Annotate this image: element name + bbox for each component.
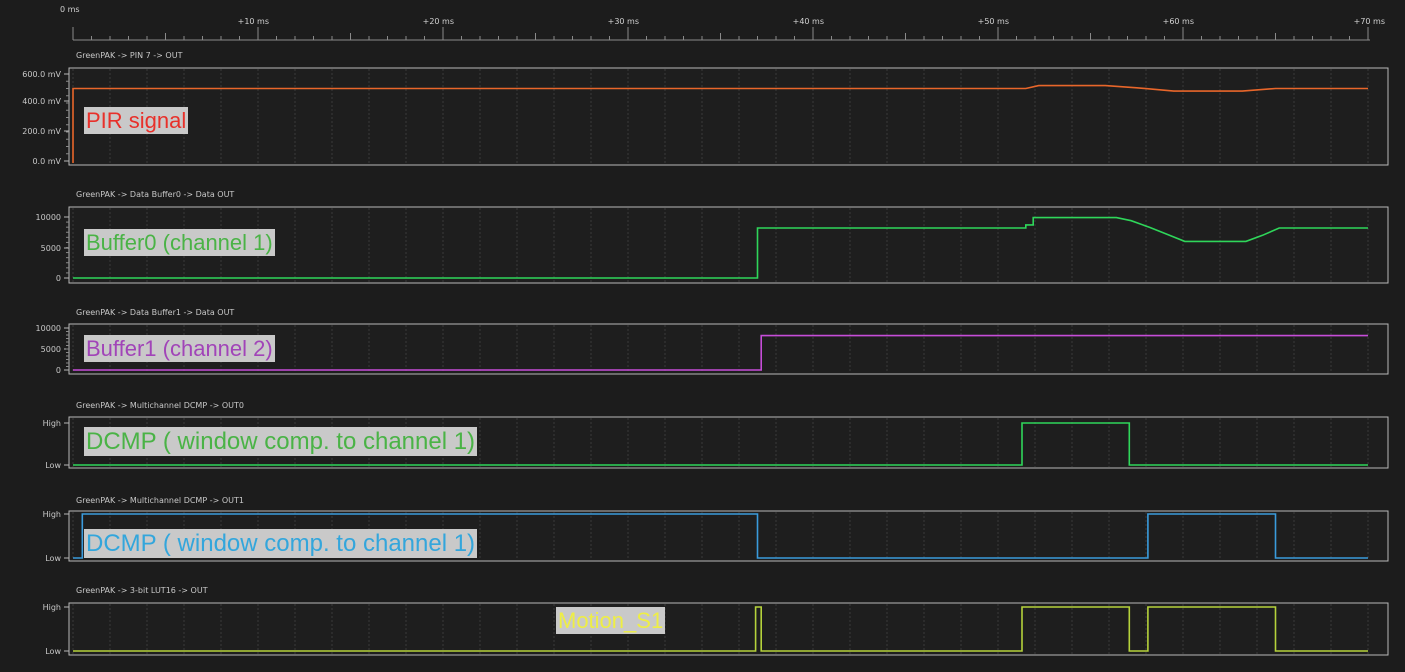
y-axis-label: 0 xyxy=(56,274,61,283)
channel-title: GreenPAK -> Multichannel DCMP -> OUT0 xyxy=(76,401,244,410)
annotation-dcmp0: DCMP ( window comp. to channel 1) xyxy=(84,427,478,456)
y-axis-label: Low xyxy=(45,461,61,470)
timeline-label: +30 ms xyxy=(608,17,639,26)
y-axis-label: Low xyxy=(45,554,61,563)
y-axis-label: 5000 xyxy=(41,244,61,253)
annotation-pin7: PIR signal xyxy=(84,107,189,134)
y-axis-label: 5000 xyxy=(41,345,61,354)
channel-title: GreenPAK -> Data Buffer0 -> Data OUT xyxy=(76,190,234,199)
y-axis-label: 600.0 mV xyxy=(22,70,61,79)
timeline-label: 0 ms xyxy=(60,5,80,14)
timeline-label: +20 ms xyxy=(423,17,454,26)
channel-title: GreenPAK -> Data Buffer1 -> Data OUT xyxy=(76,308,234,317)
y-axis-label: 200.0 mV xyxy=(22,127,61,136)
annotation-dcmp1: DCMP ( window comp. to channel 1) xyxy=(84,529,478,558)
timeline-label: +60 ms xyxy=(1163,17,1194,26)
y-axis-label: Low xyxy=(45,647,61,656)
waveform-plot: 0 ms +10 ms +20 ms +30 ms +40 ms +50 ms +60 ms… xyxy=(22,5,1389,656)
annotation-lut16: Motion_S1 xyxy=(556,607,666,634)
y-axis-label: 0.0 mV xyxy=(32,157,61,166)
y-axis-label: 10000 xyxy=(36,213,61,222)
channel-panel xyxy=(68,602,1389,656)
y-axis-label: 0 xyxy=(56,366,61,375)
y-axis-label: High xyxy=(43,419,61,428)
y-axis-label: High xyxy=(43,510,61,519)
channel-title: GreenPAK -> 3-bit LUT16 -> OUT xyxy=(76,586,208,595)
channel-panel xyxy=(68,67,1389,166)
y-axis-label: High xyxy=(43,603,61,612)
timeline-label: +50 ms xyxy=(978,17,1009,26)
channel-title: GreenPAK -> Multichannel DCMP -> OUT1 xyxy=(76,496,244,505)
timeline-label: +10 ms xyxy=(238,17,269,26)
annotation-buffer0: Buffer0 (channel 1) xyxy=(84,229,275,256)
timeline-label: +40 ms xyxy=(793,17,824,26)
waveform-viewer: 0 ms +10 ms +20 ms +30 ms +40 ms +50 ms +60 ms… xyxy=(0,0,1405,668)
y-axis-label: 400.0 mV xyxy=(22,97,61,106)
y-axis-label: 10000 xyxy=(36,324,61,333)
channel-title: GreenPAK -> PIN 7 -> OUT xyxy=(76,51,183,60)
timeline-label: +70 ms xyxy=(1354,17,1385,26)
annotation-buffer1: Buffer1 (channel 2) xyxy=(84,335,275,362)
